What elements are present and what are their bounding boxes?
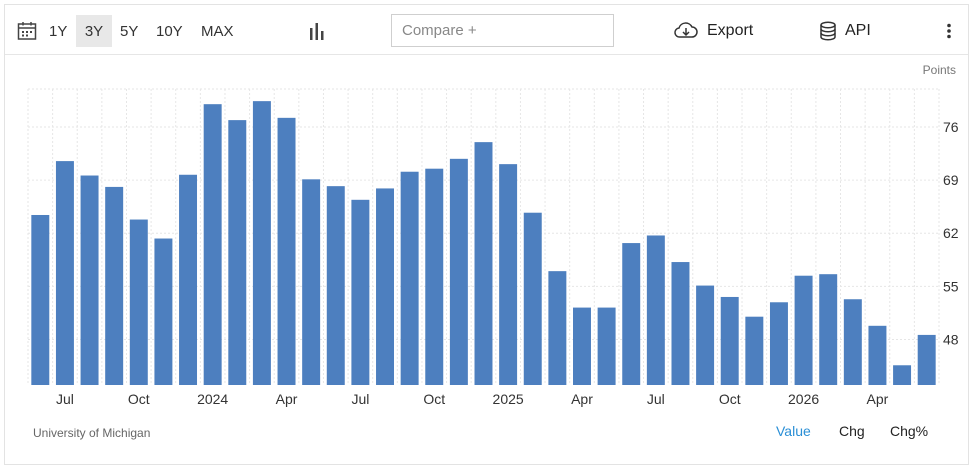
x-tick-label: Apr — [571, 391, 593, 407]
bar — [376, 188, 394, 385]
bar — [720, 296, 739, 385]
bar — [129, 219, 148, 385]
view-chg-pct-button[interactable]: Chg% — [890, 423, 928, 439]
x-tick-label: Oct — [128, 391, 150, 407]
x-tick-label: Apr — [276, 391, 298, 407]
x-tick-label: Jul — [351, 391, 369, 407]
unit-label: Points — [923, 63, 956, 77]
y-tick-label: 76 — [943, 119, 959, 135]
bar — [646, 235, 665, 385]
x-tick-label: 2026 — [788, 391, 819, 407]
more-options-button[interactable] — [939, 15, 959, 47]
calendar-button[interactable] — [11, 15, 43, 47]
x-tick-label: Jul — [647, 391, 665, 407]
source-label: University of Michigan — [33, 426, 151, 440]
bar — [597, 307, 616, 385]
bar — [179, 174, 198, 385]
bar — [474, 142, 493, 385]
bar — [154, 238, 173, 385]
bar — [228, 120, 247, 386]
y-tick-label: 55 — [943, 278, 959, 294]
chart-toolbar: 1Y 3Y 5Y 10Y MAX Compare + Export API — [5, 5, 968, 55]
x-tick-label: Jul — [56, 391, 74, 407]
bar — [203, 104, 222, 386]
bar — [868, 325, 887, 385]
y-tick-label: 69 — [943, 172, 959, 188]
chart-type-button[interactable] — [305, 15, 329, 47]
bar — [573, 307, 591, 385]
bar — [449, 158, 468, 385]
bar — [31, 214, 50, 385]
y-tick-label: 62 — [943, 225, 959, 241]
range-1y-button[interactable]: 1Y — [43, 15, 73, 47]
x-tick-label: 2025 — [493, 391, 524, 407]
bar — [745, 316, 764, 385]
view-value-button[interactable]: Value — [776, 423, 811, 439]
vertical-dots-icon — [947, 23, 951, 39]
bar-chart: 48 55 62 69 76 Jul Oct 2024 Apr Jul Oct 2025 Apr Jul O… — [27, 63, 959, 407]
range-max-button[interactable]: MAX — [195, 15, 240, 47]
bar — [326, 186, 345, 385]
database-icon — [820, 21, 836, 41]
range-5y-button[interactable]: 5Y — [114, 15, 144, 47]
bar — [277, 117, 296, 385]
bar — [548, 271, 567, 385]
export-label: Export — [707, 22, 754, 39]
calendar-icon — [17, 22, 37, 40]
bar — [794, 275, 813, 385]
x-tick-label: Apr — [867, 391, 889, 407]
chart-widget: 1Y 3Y 5Y 10Y MAX Compare + Export API 48… — [4, 4, 969, 465]
cloud-download-icon — [674, 22, 698, 38]
bar — [425, 168, 444, 385]
api-button[interactable]: API — [819, 15, 871, 47]
bar — [819, 274, 838, 385]
bar — [843, 299, 862, 385]
range-3y-button[interactable]: 3Y — [76, 15, 112, 47]
bar — [351, 199, 370, 385]
x-tick-label: Oct — [423, 391, 445, 407]
bar — [769, 302, 788, 385]
bar — [696, 285, 715, 385]
bar — [400, 171, 419, 385]
compare-input[interactable]: Compare + — [391, 14, 614, 47]
bar — [893, 365, 912, 385]
bar — [917, 334, 936, 385]
bar — [55, 161, 74, 385]
bar — [671, 262, 690, 385]
bar — [523, 212, 542, 385]
export-button[interactable]: Export — [673, 15, 753, 47]
bar — [252, 101, 271, 385]
bar — [105, 186, 124, 385]
bar — [499, 164, 518, 385]
range-10y-button[interactable]: 10Y — [150, 15, 189, 47]
bar — [302, 179, 321, 385]
x-tick-label: 2024 — [197, 391, 228, 407]
y-tick-label: 48 — [943, 331, 959, 347]
bar — [622, 243, 641, 385]
x-tick-label: Oct — [719, 391, 741, 407]
bar — [80, 175, 99, 385]
bar-chart-icon — [310, 23, 324, 40]
api-label: API — [845, 22, 871, 39]
view-chg-button[interactable]: Chg — [839, 423, 865, 439]
